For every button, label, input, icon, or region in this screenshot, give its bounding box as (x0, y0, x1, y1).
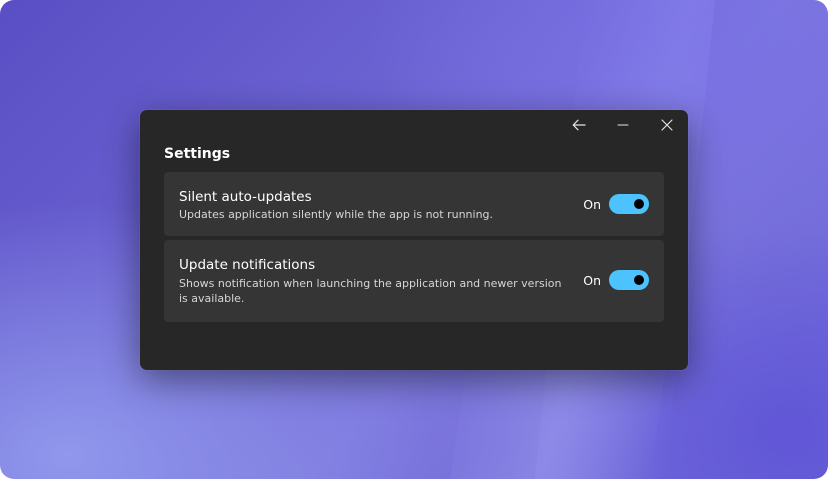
toggle-state-label: On (583, 196, 601, 212)
close-button[interactable] (645, 110, 688, 140)
settings-window: Settings Silent auto-updates Updates app… (140, 110, 688, 370)
page-title: Settings (164, 146, 231, 162)
update-notifications-toggle[interactable] (609, 270, 649, 290)
toggle-group: On (583, 270, 649, 290)
toggle-state-label: On (583, 272, 601, 288)
toggle-group: On (583, 194, 649, 214)
setting-title: Update notifications (179, 257, 316, 273)
toggle-knob (634, 199, 644, 209)
setting-title: Silent auto-updates (179, 189, 312, 205)
minimize-button[interactable] (601, 110, 645, 140)
silent-auto-updates-toggle[interactable] (609, 194, 649, 214)
toggle-knob (634, 275, 644, 285)
arrow-left-icon (572, 119, 586, 131)
desktop-wallpaper: Settings Silent auto-updates Updates app… (0, 0, 828, 479)
setting-card-silent-auto-updates: Silent auto-updates Updates application … (164, 172, 664, 236)
title-bar (140, 110, 688, 140)
setting-card-update-notifications: Update notifications Shows notification … (164, 240, 664, 322)
setting-description: Shows notification when launching the ap… (179, 277, 562, 305)
setting-description: Updates application silently while the a… (179, 208, 494, 221)
close-icon (661, 119, 673, 131)
back-button[interactable] (557, 110, 601, 140)
minimize-icon (617, 124, 629, 126)
